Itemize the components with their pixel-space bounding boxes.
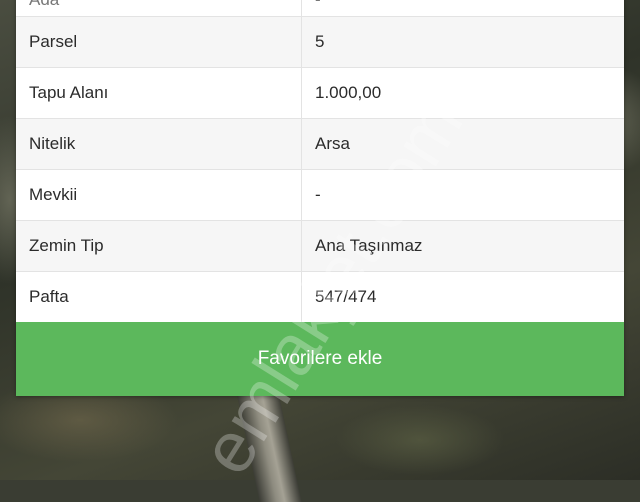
row-value: 1.000,00	[315, 83, 382, 102]
row-value: 547/474	[315, 287, 377, 306]
row-label: Pafta	[16, 272, 302, 322]
row-label: Parsel	[16, 17, 302, 67]
property-details-card: Ada - Parsel 5 Tapu Alanı 1.000,00 Nitel…	[16, 0, 624, 396]
table-row: Nitelik Arsa	[16, 119, 624, 170]
add-to-favorites-button[interactable]: Favorilere ekle	[16, 322, 624, 396]
row-label: Mevkii	[16, 170, 302, 220]
row-value: 5	[315, 32, 325, 51]
table-row: Zemin Tip Ana Taşınmaz	[16, 221, 624, 272]
row-label: Ada	[16, 0, 302, 16]
table-row: Ada -	[16, 0, 624, 17]
table-row: Parsel 5	[16, 17, 624, 68]
row-label: Nitelik	[16, 119, 302, 169]
row-value: -	[302, 0, 624, 16]
table-row: Tapu Alanı 1.000,00	[16, 68, 624, 119]
table-row: Pafta 547/474	[16, 272, 624, 322]
table-row: Mevkii -	[16, 170, 624, 221]
row-value: Ana Taşınmaz	[315, 236, 423, 255]
row-label: Zemin Tip	[16, 221, 302, 271]
row-value: Arsa	[315, 134, 350, 153]
row-value: -	[315, 185, 321, 204]
row-label: Tapu Alanı	[16, 68, 302, 118]
